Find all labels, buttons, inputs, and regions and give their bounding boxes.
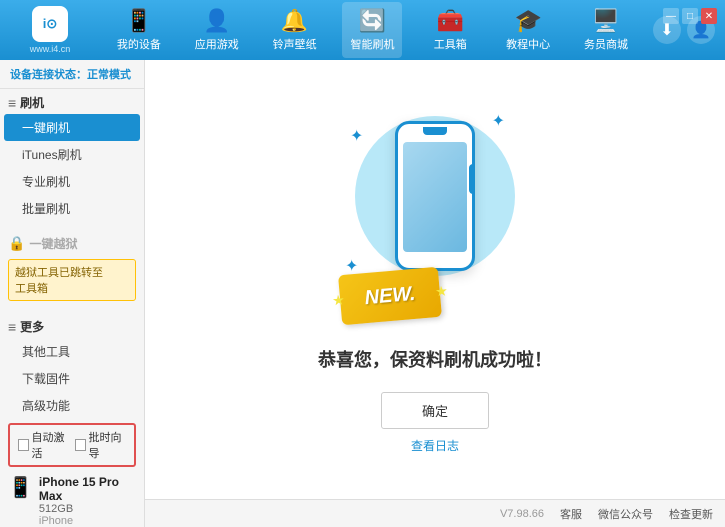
sparkle-icon-1: ✦ <box>350 126 363 146</box>
connection-status: 设备连接状态：正常模式 <box>0 60 144 89</box>
sidebar-item-itunes-flash[interactable]: iTunes刷机 <box>0 141 144 168</box>
sidebar-item-pro-flash[interactable]: 专业刷机 <box>0 168 144 195</box>
version-label: V7.98.66 <box>500 508 544 520</box>
nav-smart-flash-label: 智能刷机 <box>350 36 394 52</box>
success-message: 恭喜您，保资料刷机成功啦！ <box>318 346 552 372</box>
jailbreak-group-icon: 🔒 <box>8 235 25 252</box>
auto-activate-label: 自动激活 <box>32 429 69 461</box>
nav-my-device[interactable]: 📱 我的设备 <box>109 2 169 58</box>
device-info: 📱 iPhone 15 Pro Max 512GB iPhone <box>0 471 144 527</box>
nav-toolbox-label: 工具箱 <box>434 36 467 52</box>
sidebar-item-batch-flash[interactable]: 批量刷机 <box>0 195 144 222</box>
logo-icon: i⊙ <box>32 6 68 42</box>
sidebar-bottom: 自动激活 批时向导 📱 iPhone 15 Pro Max 512GB iPho… <box>0 419 144 527</box>
footer-check-update[interactable]: 检查更新 <box>669 506 713 522</box>
flash-group-icon: ≡ <box>8 95 16 111</box>
flash-group-header: ≡ 刷机 <box>0 89 144 114</box>
nav-merchant[interactable]: 🖥️ 务员商城 <box>576 2 636 58</box>
auto-activate-row: 自动激活 批时向导 <box>8 423 136 467</box>
nav-my-device-label: 我的设备 <box>117 36 161 52</box>
main-nav: 📱 我的设备 👤 应用游戏 🔔 铃声壁纸 🔄 智能刷机 🧰 工具箱 🎓 <box>100 2 645 58</box>
my-device-icon: 📱 <box>125 8 152 34</box>
close-button[interactable]: ✕ <box>701 8 717 24</box>
phone-illustration: ✦ ✦ ✦ NEW. ★ ★ <box>335 106 535 326</box>
nav-ringtones-label: 铃声壁纸 <box>273 36 317 52</box>
device-phone-icon: 📱 <box>8 475 33 500</box>
jailbreak-warning: 越狱工具已跳转至工具箱 <box>8 259 136 301</box>
sidebar-item-advanced[interactable]: 高级功能 <box>0 392 144 419</box>
new-badge-text: NEW. <box>364 282 417 309</box>
new-badge: NEW. ★ ★ <box>338 266 442 325</box>
nav-toolbox[interactable]: 🧰 工具箱 <box>420 2 480 58</box>
status-value: 正常模式 <box>87 69 131 81</box>
content-area: 设备连接状态：正常模式 ≡ 刷机 一键刷机 iTunes刷机 专业刷机 批量刷机… <box>0 60 725 527</box>
time-guide-check[interactable] <box>75 439 86 451</box>
more-group-header: ≡ 更多 <box>0 313 144 338</box>
time-guide-label: 批时向导 <box>89 429 126 461</box>
logo-url: www.i4.cn <box>30 44 71 54</box>
status-label: 设备连接状态： <box>10 69 87 81</box>
footer-customer-service[interactable]: 客服 <box>560 506 582 522</box>
maximize-button[interactable]: □ <box>682 8 698 24</box>
nav-apps-label: 应用游戏 <box>195 36 239 52</box>
device-storage: 512GB <box>39 503 136 515</box>
nav-smart-flash[interactable]: 🔄 智能刷机 <box>342 2 402 58</box>
device-name: iPhone 15 Pro Max <box>39 475 136 503</box>
phone-body-container <box>385 121 485 291</box>
nav-tutorial-label: 教程中心 <box>506 36 550 52</box>
sparkle-icon-2: ✦ <box>492 111 505 131</box>
sidebar-item-other-tools[interactable]: 其他工具 <box>0 338 144 365</box>
more-group-label: 更多 <box>20 318 44 335</box>
minimize-button[interactable]: — <box>663 8 679 24</box>
header: i⊙ www.i4.cn 📱 我的设备 👤 应用游戏 🔔 铃声壁纸 🔄 智能刷机 <box>0 0 725 60</box>
jailbreak-group-label: 一键越狱 <box>29 235 77 252</box>
tutorial-icon: 🎓 <box>514 8 541 34</box>
flash-group-label: 刷机 <box>20 94 44 111</box>
auto-activate-check[interactable] <box>18 439 29 451</box>
main-area: ✦ ✦ ✦ NEW. ★ ★ <box>145 60 725 527</box>
badge-star-left: ★ <box>331 291 345 309</box>
log-link[interactable]: 查看日志 <box>411 437 459 454</box>
footer-wechat[interactable]: 微信公众号 <box>598 506 653 522</box>
window-controls: — □ ✕ <box>663 8 717 24</box>
device-details: iPhone 15 Pro Max 512GB iPhone <box>39 475 136 527</box>
apps-games-icon: 👤 <box>203 8 230 34</box>
sidebar: 设备连接状态：正常模式 ≡ 刷机 一键刷机 iTunes刷机 专业刷机 批量刷机… <box>0 60 145 527</box>
footer: V7.98.66 客服 微信公众号 检查更新 <box>145 499 725 527</box>
device-type: iPhone <box>39 515 136 527</box>
badge-star-right: ★ <box>435 282 449 300</box>
sidebar-item-download-firmware[interactable]: 下载固件 <box>0 365 144 392</box>
phone-notch <box>423 127 447 135</box>
nav-merchant-label: 务员商城 <box>584 36 628 52</box>
app-logo: i⊙ www.i4.cn <box>10 6 90 54</box>
nav-ringtones[interactable]: 🔔 铃声壁纸 <box>265 2 325 58</box>
ringtones-icon: 🔔 <box>281 8 308 34</box>
phone-screen <box>403 142 467 252</box>
more-group-icon: ≡ <box>8 319 16 335</box>
nav-tutorial[interactable]: 🎓 教程中心 <box>498 2 558 58</box>
phone-body <box>395 121 475 271</box>
jailbreak-group-header: 🔒 一键越狱 <box>0 230 144 255</box>
sidebar-item-one-click-flash[interactable]: 一键刷机 <box>4 114 140 141</box>
toolbox-icon: 🧰 <box>437 8 464 34</box>
sparkle-icon-3: ✦ <box>345 256 358 276</box>
confirm-button[interactable]: 确定 <box>381 392 489 429</box>
smart-flash-icon: 🔄 <box>359 8 386 34</box>
auto-activate-checkbox[interactable]: 自动激活 <box>18 429 69 461</box>
merchant-icon: 🖥️ <box>592 8 619 34</box>
nav-apps-games[interactable]: 👤 应用游戏 <box>187 2 247 58</box>
phone-button <box>469 164 475 194</box>
time-guide-checkbox[interactable]: 批时向导 <box>75 429 126 461</box>
main-body: ✦ ✦ ✦ NEW. ★ ★ <box>145 60 725 499</box>
